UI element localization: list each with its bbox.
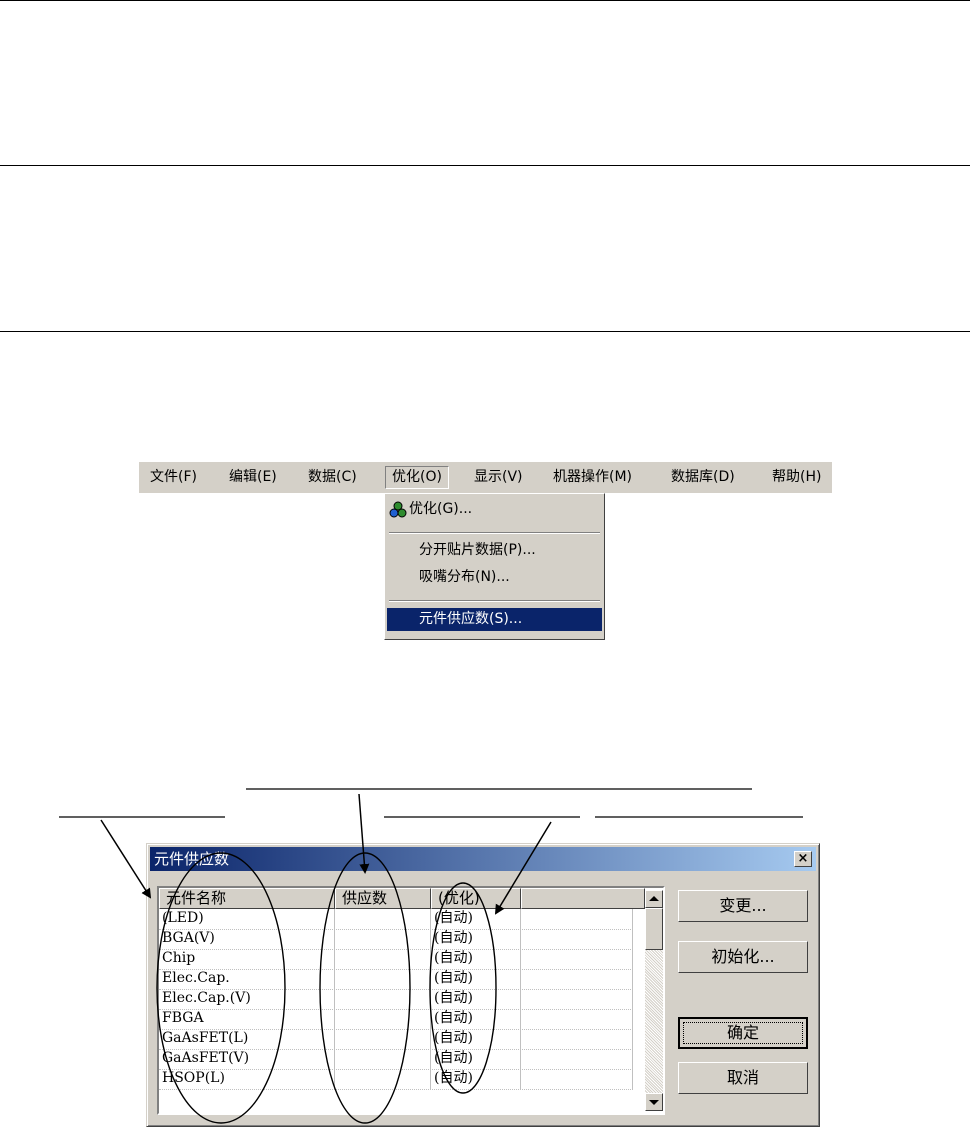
annotation-arrow [358, 793, 370, 874]
annotation-layer [59, 788, 803, 1124]
annotation-ellipse [156, 852, 286, 1124]
annotation-ellipse [429, 882, 497, 1094]
annotation-ellipse [319, 852, 411, 1124]
annotation-arrow [100, 819, 152, 899]
annotation-arrow [494, 821, 552, 915]
